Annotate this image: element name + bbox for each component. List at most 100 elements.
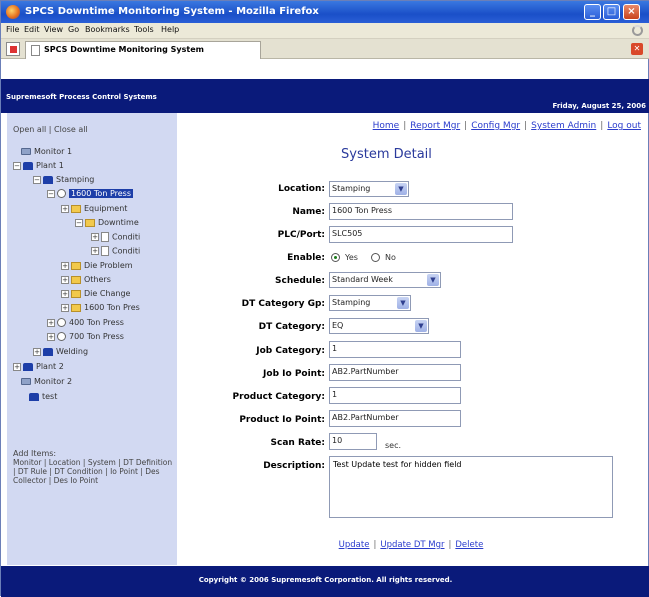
menu-help[interactable]: Help — [161, 25, 179, 34]
tree-node-die-problem[interactable]: + Die Problem — [61, 261, 133, 273]
tree-node-downtime[interactable]: − Downtime — [75, 218, 139, 230]
menu-tools[interactable]: Tools — [134, 25, 154, 34]
nav-report-mgr-link[interactable]: Report Mgr — [410, 121, 460, 131]
tree-node-1600-ton-press[interactable]: −1600 Ton Press — [47, 189, 133, 201]
dt-category-gp-select[interactable]: Stamping ▼ — [329, 295, 411, 311]
new-tab-icon[interactable] — [6, 42, 20, 56]
top-nav: Home | Report Mgr | Config Mgr | System Admin |… — [372, 121, 641, 131]
enable-no-radio[interactable] — [371, 253, 380, 262]
expand-icon[interactable]: + — [13, 362, 21, 371]
menu-go[interactable]: Go — [68, 25, 79, 34]
nav-logout-link[interactable]: Log out — [607, 121, 641, 131]
tab-bar: SPCS Downtime Monitoring System ✕ — [1, 39, 649, 59]
collapse-icon[interactable]: − — [33, 175, 41, 184]
expand-icon[interactable]: + — [91, 247, 99, 255]
menu-file[interactable]: File — [6, 25, 19, 34]
menu-view[interactable]: View — [44, 25, 63, 34]
monitor-icon — [21, 378, 31, 385]
window-titlebar: SPCS Downtime Monitoring System - Mozill… — [1, 1, 649, 23]
dropdown-arrow-icon: ▼ — [427, 274, 439, 286]
dropdown-arrow-icon: ▼ — [397, 297, 409, 309]
tree-node-condition-1[interactable]: + Conditi — [91, 232, 140, 244]
menu-bar: File Edit View Go Bookmarks Tools Help — [1, 23, 649, 39]
product-category-label: Product Category: — [232, 392, 325, 402]
plant-icon — [23, 161, 33, 170]
plc-port-input[interactable]: SLC505 — [329, 226, 513, 243]
scan-rate-input[interactable]: 10 — [329, 433, 377, 450]
expand-icon[interactable]: + — [91, 233, 99, 241]
schedule-select[interactable]: Standard Week ▼ — [329, 272, 441, 288]
tree-node-die-change[interactable]: + Die Change — [61, 289, 130, 301]
nav-home-link[interactable]: Home — [373, 121, 400, 131]
close-window-button[interactable]: × — [623, 4, 640, 20]
press-icon — [57, 189, 66, 198]
close-tab-icon[interactable]: ✕ — [631, 43, 643, 55]
tree-node-welding[interactable]: + Welding — [33, 347, 88, 359]
job-category-label: Job Category: — [256, 346, 325, 356]
add-items-links[interactable]: Monitor | Location | System | DT Definit… — [13, 458, 175, 485]
tree-node-condition-2[interactable]: + Conditi — [91, 246, 140, 258]
expand-icon[interactable]: + — [33, 347, 41, 356]
open-close-all-links[interactable]: Open all | Close all — [13, 125, 88, 134]
tree-node-stamping[interactable]: − Stamping — [33, 175, 94, 187]
location-select[interactable]: Stamping ▼ — [329, 181, 409, 197]
scan-rate-label: Scan Rate: — [270, 438, 325, 448]
form-actions: Update | Update DT Mgr | Delete — [338, 540, 484, 550]
expand-icon[interactable]: + — [61, 204, 69, 213]
job-io-point-input[interactable]: AB2.PartNumber — [329, 364, 461, 381]
job-category-input[interactable]: 1 — [329, 341, 461, 358]
window-title: SPCS Downtime Monitoring System - Mozill… — [25, 6, 319, 17]
page-footer: Copyright © 2006 Supremesoft Corporation… — [1, 566, 649, 597]
tree-node-400-ton-press[interactable]: +400 Ton Press — [47, 318, 124, 330]
tree-node-plant-1[interactable]: − Plant 1 — [13, 161, 64, 173]
enable-no-label: No — [385, 253, 396, 262]
tree-node-1600-ton-press-folder[interactable]: +1600 Ton Pres — [61, 303, 140, 315]
collapse-icon[interactable]: − — [47, 189, 55, 198]
folder-icon — [71, 261, 81, 270]
menu-edit[interactable]: Edit — [24, 25, 40, 34]
update-dt-mgr-link[interactable]: Update DT Mgr — [380, 540, 444, 550]
minimize-button[interactable]: _ — [584, 4, 601, 20]
tree-node-700-ton-press[interactable]: +700 Ton Press — [47, 332, 124, 344]
dropdown-arrow-icon: ▼ — [395, 183, 407, 195]
plant-icon — [29, 392, 39, 401]
product-io-point-label: Product Io Point: — [239, 415, 325, 425]
tree-node-test[interactable]: test — [29, 392, 57, 404]
tab-active[interactable]: SPCS Downtime Monitoring System — [25, 41, 261, 59]
maximize-button[interactable]: □ — [603, 4, 620, 20]
schedule-label: Schedule: — [275, 276, 325, 286]
dt-category-select[interactable]: EQ ▼ — [329, 318, 429, 334]
tree-node-plant-2[interactable]: + Plant 2 — [13, 362, 64, 374]
expand-icon[interactable]: + — [61, 275, 69, 284]
update-link[interactable]: Update — [339, 540, 370, 550]
folder-icon — [71, 275, 81, 284]
collapse-icon[interactable]: − — [13, 161, 21, 170]
nav-system-admin-link[interactable]: System Admin — [531, 121, 596, 131]
name-input[interactable]: 1600 Ton Press — [329, 203, 513, 220]
dropdown-arrow-icon: ▼ — [415, 320, 427, 332]
tree-node-monitor-2[interactable]: Monitor 2 — [21, 377, 72, 389]
menu-bookmarks[interactable]: Bookmarks — [85, 25, 130, 34]
description-textarea[interactable]: Test Update test for hidden field — [329, 456, 613, 518]
tree-node-equipment[interactable]: + Equipment — [61, 204, 127, 216]
expand-icon[interactable]: + — [61, 261, 69, 270]
expand-icon[interactable]: + — [61, 289, 69, 298]
plant-icon — [23, 362, 33, 371]
enable-yes-radio[interactable] — [331, 253, 340, 262]
collapse-icon[interactable]: − — [75, 218, 83, 227]
app-header: Supremesoft Process Control Systems Frid… — [1, 79, 649, 113]
delete-link[interactable]: Delete — [455, 540, 483, 550]
tree-node-others[interactable]: + Others — [61, 275, 111, 287]
tree-node-monitor-1[interactable]: Monitor 1 — [21, 147, 72, 159]
app-title: Supremesoft Process Control Systems — [6, 93, 157, 101]
expand-icon[interactable]: + — [47, 332, 55, 341]
document-icon — [101, 232, 109, 242]
expand-icon[interactable]: + — [47, 318, 55, 327]
nav-config-mgr-link[interactable]: Config Mgr — [471, 121, 520, 131]
folder-icon — [71, 303, 81, 312]
description-label: Description: — [263, 461, 325, 471]
product-category-input[interactable]: 1 — [329, 387, 461, 404]
expand-icon[interactable]: + — [61, 303, 69, 312]
product-io-point-input[interactable]: AB2.PartNumber — [329, 410, 461, 427]
scan-rate-unit: sec. — [385, 441, 402, 450]
